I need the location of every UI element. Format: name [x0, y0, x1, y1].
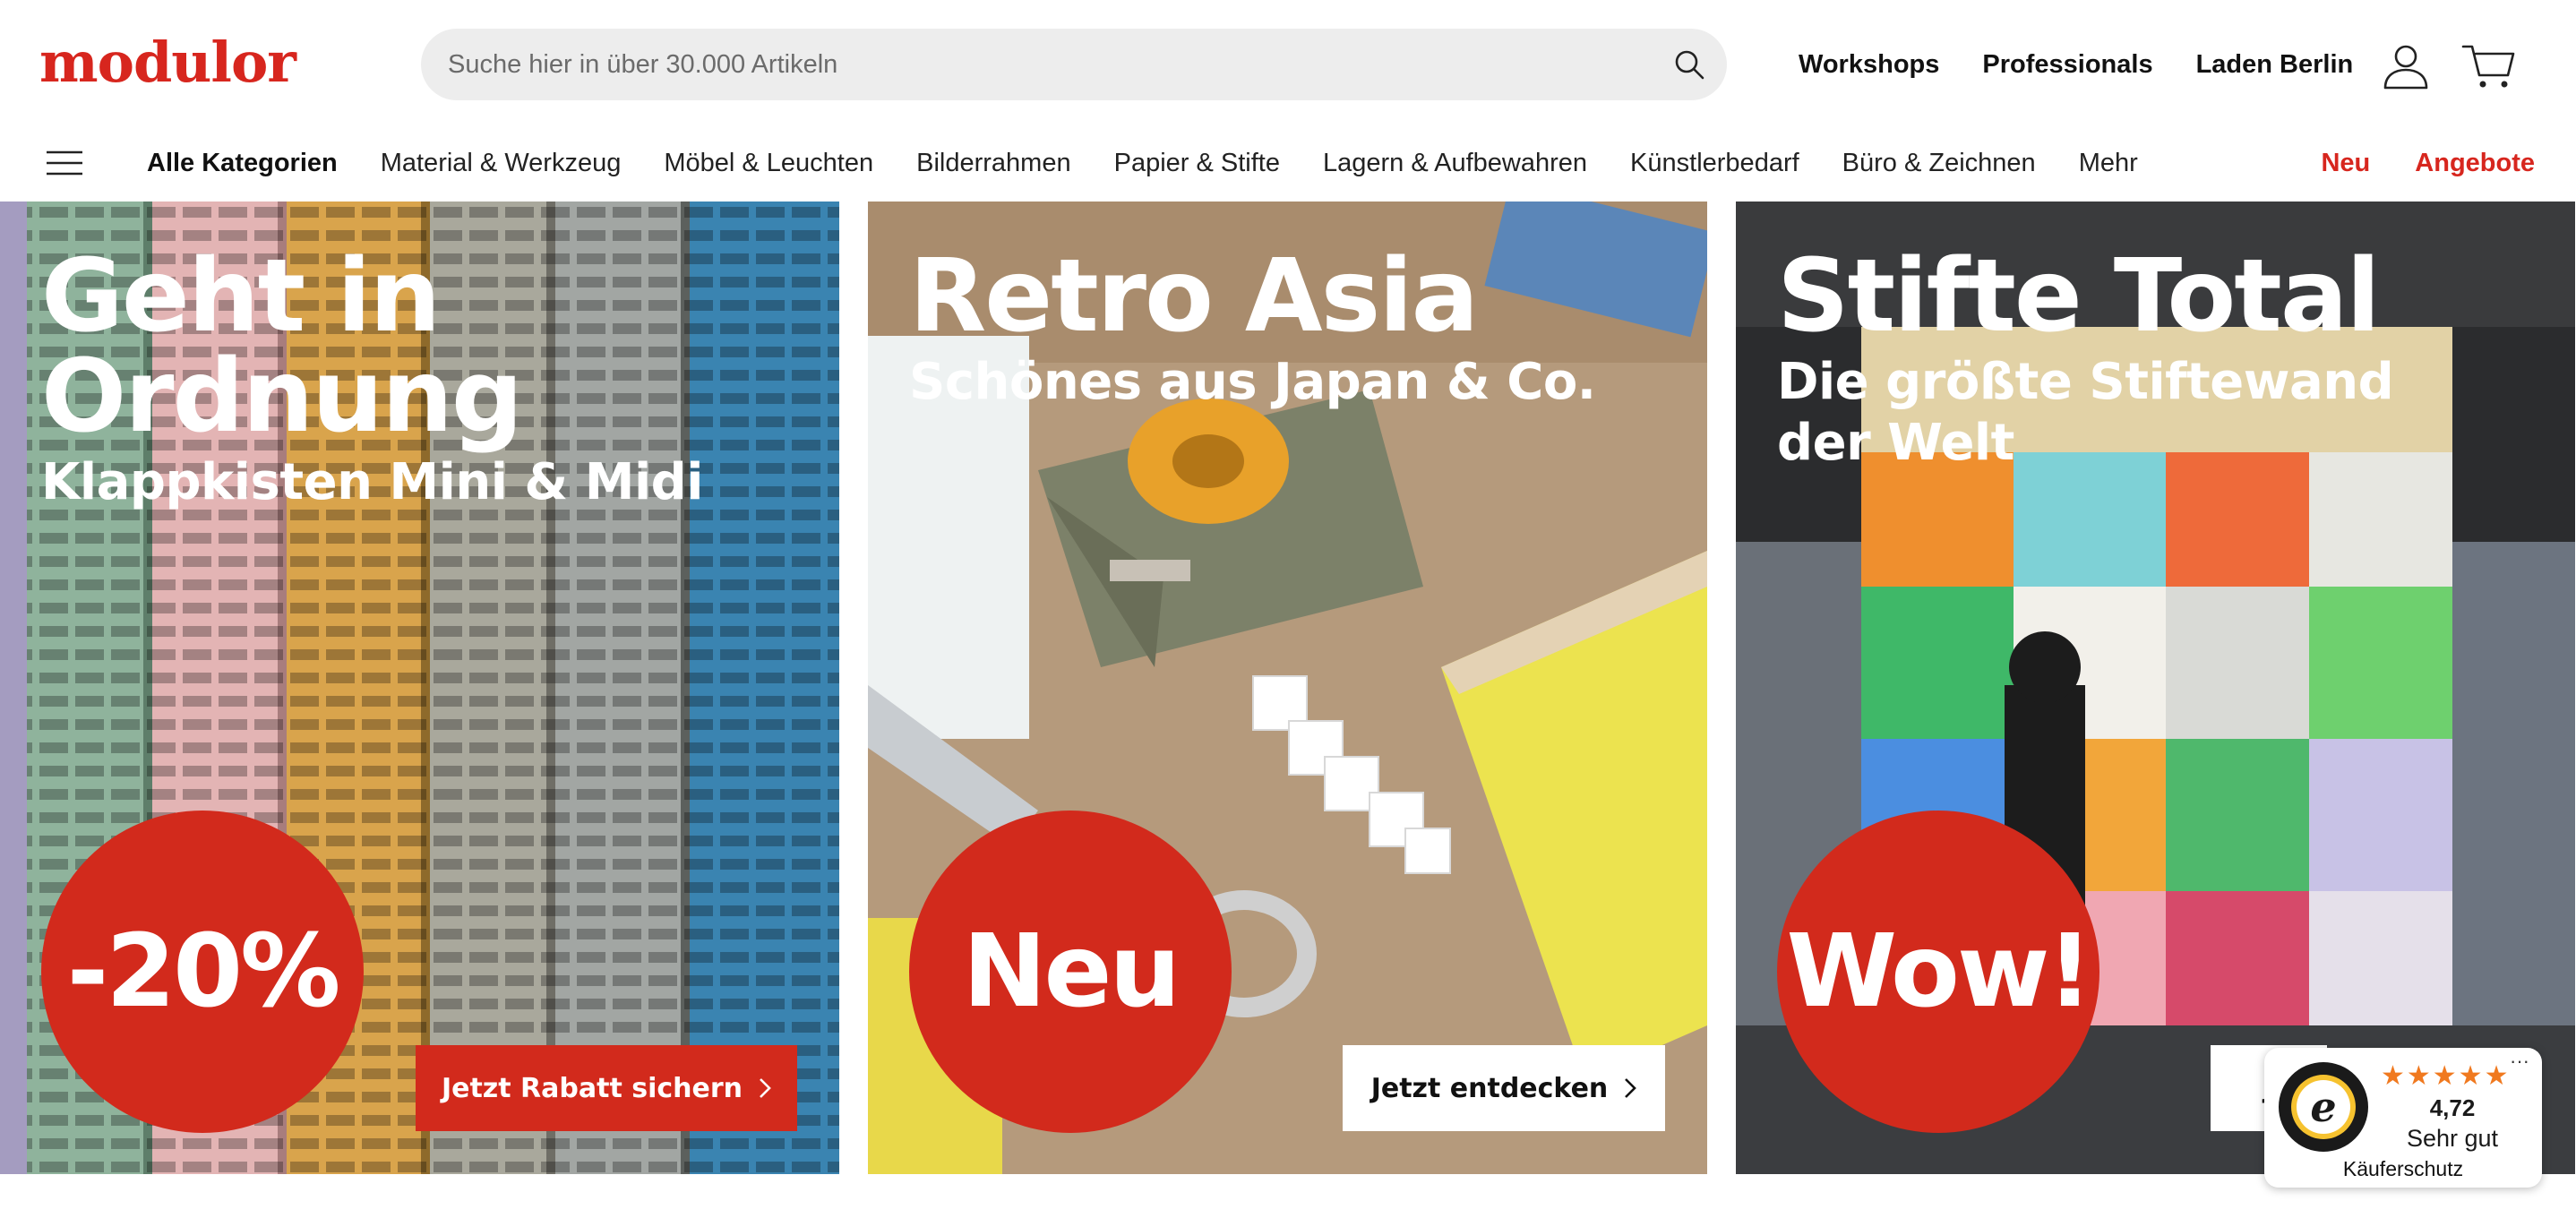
new-badge: Neu	[909, 811, 1232, 1133]
nav-item-lagern-aufbewahren[interactable]: Lagern & Aufbewahren	[1323, 145, 1587, 181]
nav-item-buero-zeichnen[interactable]: Büro & Zeichnen	[1842, 145, 2036, 181]
banner-headline: Retro Asia Schönes aus Japan & Co.	[909, 246, 1596, 413]
cta-label: Jetzt Rabatt sichern	[441, 1072, 743, 1104]
nav-item-neu[interactable]: Neu	[2321, 145, 2370, 181]
more-options-icon[interactable]: ···	[2510, 1050, 2529, 1073]
search-bar[interactable]	[421, 29, 1727, 100]
promo-banner-klappkisten[interactable]: Geht in Ordnung Klappkisten Mini & Midi …	[0, 202, 839, 1174]
banner-title: Retro Asia	[909, 238, 1479, 355]
promo-banner-retro-asia[interactable]: Retro Asia Schönes aus Japan & Co. Neu J…	[868, 202, 1707, 1174]
wow-badge: Wow!	[1777, 811, 2099, 1133]
hamburger-menu-icon[interactable]	[45, 145, 84, 181]
banner-subtitle: Klappkisten Mini & Midi	[41, 453, 703, 511]
cta-label: Jetzt entdecken	[1370, 1072, 1609, 1104]
rabatt-sichern-button[interactable]: Jetzt Rabatt sichern	[416, 1045, 797, 1131]
jetzt-entdecken-button[interactable]: Jetzt entdecken	[1343, 1045, 1665, 1131]
laden-berlin-link[interactable]: Laden Berlin	[2196, 47, 2354, 82]
chevron-right-icon	[1625, 1078, 1637, 1098]
banner-headline: Stifte Total Die größte Stiftewand der W…	[1777, 246, 2458, 474]
top-links: Workshops Professionals Laden Berlin	[1799, 47, 2353, 82]
nav-item-kuenstlerbedarf[interactable]: Künstlerbedarf	[1630, 145, 1799, 181]
chevron-right-icon	[760, 1078, 771, 1098]
site-header: modulor Workshops Professionals Laden Be…	[0, 0, 2576, 125]
nav-item-mehr[interactable]: Mehr	[2079, 145, 2138, 181]
user-account-icon[interactable]	[2381, 41, 2431, 91]
kaeuferschutz-label: Käuferschutz	[2342, 1157, 2464, 1180]
trusted-shops-seal-icon: e	[2279, 1062, 2368, 1152]
nav-item-alle-kategorien[interactable]: Alle Kategorien	[147, 145, 338, 181]
banner-subtitle: Schönes aus Japan & Co.	[909, 353, 1596, 411]
nav-item-moebel-leuchten[interactable]: Möbel & Leuchten	[664, 145, 873, 181]
search-icon[interactable]	[1671, 47, 1707, 82]
promo-banner-stifte-total[interactable]: Stifte Total Die größte Stiftewand der W…	[1736, 202, 2575, 1174]
banner-headline: Geht in Ordnung Klappkisten Mini & Midi	[41, 246, 703, 513]
category-nav: Alle Kategorien Material & Werkzeug Möbe…	[0, 125, 2576, 201]
nav-item-papier-stifte[interactable]: Papier & Stifte	[1114, 145, 1280, 181]
rating-label: Sehr gut	[2406, 1125, 2499, 1152]
workshops-link[interactable]: Workshops	[1799, 47, 1939, 82]
rating-stars: ★★★★★	[2381, 1061, 2511, 1091]
discount-badge: -20%	[41, 811, 364, 1133]
nav-items: Alle Kategorien Material & Werkzeug Möbe…	[147, 145, 2138, 181]
trusted-shops-widget[interactable]: e ★★★★★ 4,72 Sehr gut Käuferschutz ···	[2264, 1048, 2542, 1188]
rating-score: 4,72	[2429, 1094, 2476, 1121]
svg-text:e: e	[2310, 1083, 2336, 1131]
search-input[interactable]	[448, 29, 1630, 100]
modulor-logo[interactable]: modulor	[39, 27, 296, 99]
nav-item-bilderrahmen[interactable]: Bilderrahmen	[916, 145, 1070, 181]
nav-item-angebote[interactable]: Angebote	[2415, 145, 2535, 181]
banner-title: Stifte Total	[1777, 238, 2381, 355]
professionals-link[interactable]: Professionals	[1982, 47, 2152, 82]
banner-subtitle: Die größte Stiftewand der Welt	[1777, 353, 2394, 472]
nav-highlights: Neu Angebote	[2321, 145, 2535, 181]
banner-title: Geht in Ordnung	[41, 238, 523, 455]
nav-item-material-werkzeug[interactable]: Material & Werkzeug	[381, 145, 622, 181]
shopping-cart-icon[interactable]	[2461, 41, 2519, 91]
